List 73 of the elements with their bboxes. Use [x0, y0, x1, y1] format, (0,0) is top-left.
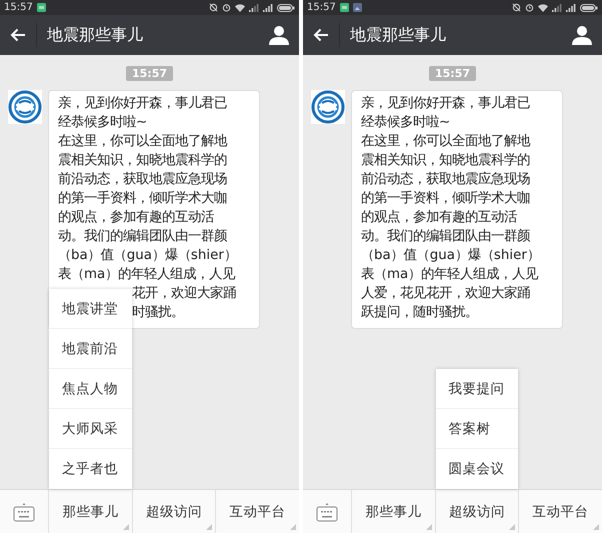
menu-button[interactable]: 超级访问	[436, 490, 518, 533]
menu-button[interactable]: 那些事儿	[352, 490, 435, 533]
message-line: 的观点，参加有趣的互动活	[361, 208, 517, 227]
submenu-item[interactable]: 焦点人物	[49, 369, 132, 409]
back-arrow-icon[interactable]	[313, 28, 329, 42]
submenu-item[interactable]: 地震前沿	[49, 329, 132, 369]
signal-icon	[263, 4, 273, 12]
message-line: 表（ma）的年轻人组成，人见	[58, 266, 236, 284]
sync-off-icon	[512, 3, 521, 12]
message-line: 震相关知识，知晓地震科学的	[58, 152, 227, 170]
corner-triangle-icon	[122, 524, 129, 530]
status-time: 15:57	[4, 2, 33, 13]
corner-triangle-icon	[290, 524, 296, 530]
corner-triangle-icon	[509, 524, 516, 530]
message-line: 前沿动态，获取地震应急现场	[361, 170, 530, 189]
back-arrow-icon[interactable]	[10, 28, 26, 42]
corner-triangle-icon	[206, 524, 212, 530]
corner-triangle-icon	[593, 524, 600, 530]
status-time: 15:57	[307, 2, 336, 13]
message-line: 在这里，你可以全面地了解地	[361, 132, 530, 151]
app-notification-icon	[340, 3, 349, 12]
menu-button[interactable]: 超级访问	[132, 490, 216, 533]
person-icon[interactable]	[572, 25, 592, 45]
keyboard-icon	[13, 502, 35, 522]
message-line: （ba）值（gua）爆（shier）	[361, 247, 540, 265]
message-timestamp: 15:57	[428, 66, 476, 81]
message-line: 花开，欢迎大家踊	[132, 284, 236, 303]
alarm-icon	[525, 3, 534, 12]
menu-button[interactable]: 互动平台	[216, 490, 300, 533]
alarm-icon	[222, 3, 231, 12]
message-line: 震相关知识，知晓地震科学的	[361, 152, 530, 170]
wifi-icon	[538, 4, 548, 12]
message-line: 前沿动态，获取地震应急现场	[58, 170, 227, 189]
avatar-logo-icon	[311, 90, 345, 124]
message-line: 时骚扰。	[132, 304, 184, 322]
message-timestamp: 15:57	[126, 66, 173, 81]
submenu-item[interactable]: 我要提问	[436, 369, 518, 409]
chat-title: 地震那些事儿	[47, 24, 144, 46]
person-icon[interactable]	[269, 25, 289, 45]
battery-icon	[580, 4, 598, 12]
sync-off-icon	[209, 3, 218, 12]
menu-button[interactable]: 那些事儿	[49, 490, 132, 533]
signal-icon	[566, 4, 576, 12]
message-line: （ba）值（gua）爆（shier）	[58, 247, 237, 265]
submenu-item[interactable]: 地震讲堂	[49, 289, 132, 329]
message-line: 亲，见到你好开森，事儿君已	[361, 94, 530, 113]
app-notification-icon	[36, 3, 46, 12]
message-line: 人爱，花见花开，欢迎大家踊	[361, 284, 530, 303]
message-line: 的观点，参加有趣的互动活	[58, 208, 214, 227]
message-line: 亲，见到你好开森，事儿君已	[58, 94, 227, 113]
menu-button[interactable]: 互动平台	[519, 490, 602, 533]
wifi-icon	[235, 4, 245, 12]
message-line: 的第一手资料，倾听学术大咖	[58, 190, 227, 208]
submenu-item[interactable]: 答案树	[436, 409, 518, 449]
message-line: 经恭候多时啦~	[361, 114, 450, 132]
message-line: 动。我们的编辑团队由一群颜	[58, 228, 227, 246]
message-line: 跃提问，随时骚扰。	[361, 304, 478, 322]
keyboard-icon	[316, 502, 338, 522]
message-line: 经恭候多时啦~	[58, 114, 148, 132]
chat-title: 地震那些事儿	[350, 24, 447, 46]
message-line: 表（ma）的年轻人组成，人见	[361, 266, 538, 284]
submenu-item[interactable]: 之乎者也	[49, 449, 132, 489]
battery-icon	[277, 4, 295, 12]
corner-triangle-icon	[426, 524, 432, 530]
avatar-logo-icon	[8, 90, 42, 124]
image-notification-icon	[352, 3, 362, 12]
message-line: 的第一手资料，倾听学术大咖	[361, 190, 530, 208]
message-line: 动。我们的编辑团队由一群颜	[361, 228, 530, 246]
submenu-item[interactable]: 圆桌会议	[436, 449, 518, 489]
signal-icon	[249, 4, 259, 12]
submenu-item[interactable]: 大师风采	[49, 409, 132, 449]
message-line: 在这里，你可以全面地了解地	[58, 132, 227, 151]
signal-icon	[552, 4, 562, 12]
